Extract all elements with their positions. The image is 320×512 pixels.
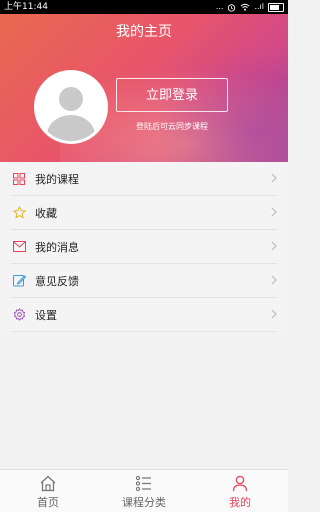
battery-icon bbox=[268, 2, 284, 12]
tab-label: 首页 bbox=[37, 496, 59, 509]
bottom-tab-bar: 首页 课程分类 我的 bbox=[0, 469, 288, 512]
more-dots-icon: ... bbox=[215, 2, 224, 11]
signal-icon: ..ıl bbox=[254, 2, 264, 11]
tab-course-categories[interactable]: 课程分类 bbox=[96, 470, 192, 512]
status-time: 上午11:44 bbox=[4, 2, 48, 12]
avatar-body-icon bbox=[47, 115, 95, 141]
menu-item-label: 收藏 bbox=[35, 206, 57, 220]
menu-item-label: 设置 bbox=[35, 308, 57, 322]
avatar-head-icon bbox=[59, 87, 83, 111]
menu-list: 我的课程 收藏 我的消息 意见反馈 设置 bbox=[0, 162, 288, 332]
menu-item-feedback[interactable]: 意见反馈 bbox=[10, 264, 278, 298]
menu-item-label: 意见反馈 bbox=[35, 274, 79, 288]
list-icon bbox=[135, 475, 151, 492]
chevron-right-icon bbox=[271, 275, 277, 285]
menu-item-label: 我的消息 bbox=[35, 240, 79, 254]
star-icon bbox=[12, 206, 26, 220]
chevron-right-icon bbox=[271, 241, 277, 251]
envelope-icon bbox=[12, 240, 26, 254]
status-icons: ... ..ıl bbox=[216, 0, 284, 14]
chevron-right-icon bbox=[271, 309, 277, 319]
alarm-icon bbox=[228, 3, 236, 12]
status-bar: 上午11:44 ... ..ıl bbox=[0, 0, 288, 14]
menu-item-label: 我的课程 bbox=[35, 172, 79, 186]
menu-item-settings[interactable]: 设置 bbox=[10, 298, 278, 332]
login-hint: 登陆后可云同步课程 bbox=[136, 122, 208, 131]
menu-item-my-courses[interactable]: 我的课程 bbox=[10, 162, 278, 196]
menu-item-favorites[interactable]: 收藏 bbox=[10, 196, 278, 230]
chevron-right-icon bbox=[271, 207, 277, 217]
gear-icon bbox=[12, 308, 26, 322]
home-icon bbox=[40, 475, 56, 492]
user-icon bbox=[232, 475, 248, 492]
tab-mine[interactable]: 我的 bbox=[192, 470, 288, 512]
page-title: 我的主页 bbox=[116, 24, 172, 40]
avatar[interactable] bbox=[34, 70, 108, 144]
wifi-icon bbox=[241, 3, 250, 11]
tab-home[interactable]: 首页 bbox=[0, 470, 96, 512]
tab-label: 课程分类 bbox=[122, 496, 166, 509]
grid-icon bbox=[12, 172, 26, 186]
tab-label: 我的 bbox=[229, 496, 251, 509]
login-button[interactable]: 立即登录 bbox=[116, 78, 228, 112]
edit-icon bbox=[12, 274, 26, 288]
menu-item-messages[interactable]: 我的消息 bbox=[10, 230, 278, 264]
profile-header: 我的主页 立即登录 登陆后可云同步课程 bbox=[0, 14, 288, 162]
chevron-right-icon bbox=[271, 173, 277, 183]
